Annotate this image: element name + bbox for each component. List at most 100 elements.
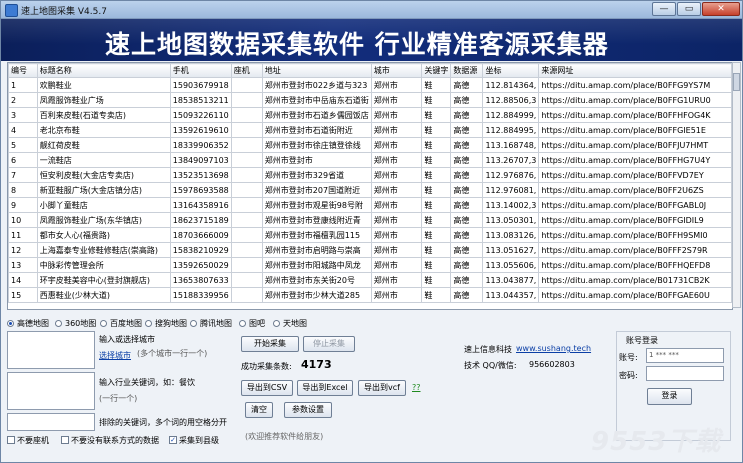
vertical-scrollbar[interactable] bbox=[732, 62, 741, 308]
export-vcf-button[interactable]: 导出到vcf bbox=[358, 380, 406, 396]
login-button[interactable]: 登录 bbox=[647, 388, 692, 405]
close-button[interactable]: ✕ bbox=[702, 2, 740, 16]
table-row[interactable]: 4 老北京布鞋 13592619610 郑州市登封市石道街附近 郑州市鞋高德 112.88… bbox=[8, 122, 732, 138]
table-cell: 鞋 bbox=[421, 107, 452, 123]
no-landline-label[interactable]: 不要座机 bbox=[17, 435, 49, 446]
table-row[interactable]: 14 环宇皮鞋美容中心(登封旗舰店) 13653807633 郑州市登封市东关街20号… bbox=[8, 272, 732, 288]
city-label: 输入或选择城市 bbox=[99, 335, 155, 344]
password-label: 密码: bbox=[619, 371, 638, 380]
table-cell bbox=[230, 257, 263, 273]
clear-button[interactable]: 清空 bbox=[245, 402, 273, 418]
results-table[interactable]: 编号 标题名称 手机 座机 地址 城市 关键字 数据源 坐标 来源网址 1 欢鹏鞋… bbox=[7, 62, 733, 310]
table-row[interactable]: 7 恒安利皮鞋(大金店专卖店) 13523513698 郑州市登封市329省道 郑州市鞋… bbox=[8, 167, 732, 183]
column-header[interactable]: 来源网址 bbox=[538, 63, 732, 78]
select-city-link[interactable]: 选择城市 bbox=[99, 350, 131, 361]
table-cell: 郑州市 bbox=[370, 107, 423, 123]
column-header[interactable]: 关键字 bbox=[421, 63, 452, 78]
column-header[interactable]: 坐标 bbox=[482, 63, 540, 78]
table-cell: https://ditu.amap.com/place/B0FFVD7EY bbox=[538, 167, 732, 183]
radio-label[interactable]: 图吧 bbox=[249, 318, 265, 329]
table-row[interactable]: 12 上海嘉泰专业修鞋修鞋店(崇高路) 15838210929 郑州市登封市启明路与崇… bbox=[8, 242, 732, 258]
column-header[interactable]: 数据源 bbox=[450, 63, 484, 78]
password-input[interactable] bbox=[646, 366, 724, 381]
table-row[interactable]: 1 欢鹏鞋业 15903679918 郑州市登封市022乡道与323 郑州市鞋高德 112… bbox=[8, 77, 732, 93]
collect-county-label[interactable]: 采集到县级 bbox=[179, 435, 219, 446]
table-row[interactable]: 10 凤霞服饰鞋业广场(东华镇店) 18623715189 郑州市登封市登康线附近青郑… bbox=[8, 212, 732, 228]
table-cell: 12 bbox=[8, 242, 38, 258]
table-row[interactable]: 13 中脉彩传管理会所 13592650029 郑州市登封市阳城路中凤龙 郑州市鞋高德 1… bbox=[8, 257, 732, 273]
column-header[interactable]: 标题名称 bbox=[36, 63, 171, 78]
table-cell: 18703666009 bbox=[169, 227, 232, 243]
account-input[interactable]: 1 *** *** bbox=[646, 348, 724, 363]
scrollbar-thumb[interactable] bbox=[733, 73, 740, 91]
radio-label[interactable]: 腾讯地图 bbox=[200, 318, 232, 329]
keyword-input[interactable] bbox=[7, 372, 95, 410]
table-cell: 113.083126, bbox=[482, 227, 540, 243]
settings-button[interactable]: 参数设置 bbox=[284, 402, 332, 418]
company-website-link[interactable]: www.sushang.tech bbox=[516, 344, 591, 353]
collect-county-checkbox[interactable]: ✓ bbox=[169, 436, 177, 444]
table-cell: 鞋 bbox=[421, 242, 452, 258]
table-cell bbox=[230, 212, 263, 228]
exclude-keyword-input[interactable] bbox=[7, 413, 95, 431]
table-cell bbox=[230, 77, 263, 93]
column-header[interactable]: 地址 bbox=[261, 63, 372, 78]
table-cell: 高德 bbox=[450, 167, 484, 183]
radio-tuba[interactable] bbox=[239, 320, 246, 327]
column-header[interactable]: 编号 bbox=[8, 63, 38, 78]
export-excel-button[interactable]: 导出到Excel bbox=[297, 380, 353, 396]
radio-tianditu[interactable] bbox=[273, 320, 280, 327]
table-cell: 郑州市登封市329省道 bbox=[261, 167, 372, 183]
export-csv-button[interactable]: 导出到CSV bbox=[241, 380, 293, 396]
table-row[interactable]: 8 新亚鞋服广场(大金店镇分店) 15978693588 郑州市登封市207国道附近郑… bbox=[8, 182, 732, 198]
title-bar[interactable]: 速上地图采集 V4.5.7 — ▭ ✕ bbox=[1, 1, 742, 19]
radio-label[interactable]: 360地图 bbox=[65, 318, 96, 329]
table-cell: 郑州市 bbox=[370, 167, 423, 183]
table-cell: https://ditu.amap.com/place/B0FFHQEFD8 bbox=[538, 257, 732, 273]
radio-gaode[interactable] bbox=[7, 320, 14, 327]
keyword-label: 输入行业关键词，如：餐饮 bbox=[99, 378, 195, 387]
radio-360[interactable] bbox=[55, 320, 62, 327]
table-cell: 鞋 bbox=[421, 287, 452, 303]
city-input[interactable] bbox=[7, 331, 95, 369]
table-cell: https://ditu.amap.com/place/B0FFHFOG4K bbox=[538, 107, 732, 123]
table-row[interactable]: 9 小脚丫童鞋店 13164358916 郑州市登封市观星街98号附 郑州市鞋高德 113… bbox=[8, 197, 732, 213]
table-cell: 郑州市登封市登康线附近青 bbox=[261, 212, 372, 228]
table-cell: 郑州市 bbox=[370, 182, 423, 198]
table-cell: https://ditu.amap.com/place/B0FFGIDIL9 bbox=[538, 212, 732, 228]
table-cell: 5 bbox=[8, 137, 38, 153]
app-window: 速上地图采集 V4.5.7 — ▭ ✕ 速上地图数据采集软件 行业精准客源采集器… bbox=[0, 0, 743, 463]
table-cell: 113.168748, bbox=[482, 137, 540, 153]
exclude-label: 排除的关键词，多个词的用空格分开 bbox=[99, 418, 227, 427]
start-button[interactable]: 开始采集 bbox=[241, 336, 299, 352]
no-contact-label[interactable]: 不要没有联系方式的数据 bbox=[71, 435, 159, 446]
table-row[interactable]: 11 都市女人心(福贵路) 18703666009 郑州市登封市福檀乳园115 郑州市鞋… bbox=[8, 227, 732, 243]
radio-baidu[interactable] bbox=[100, 320, 107, 327]
table-header-row: 编号 标题名称 手机 座机 地址 城市 关键字 数据源 坐标 来源网址 bbox=[8, 63, 732, 78]
column-header[interactable]: 座机 bbox=[230, 63, 263, 78]
table-cell: 112.814364, bbox=[482, 77, 540, 93]
radio-label[interactable]: 天地图 bbox=[283, 318, 307, 329]
no-contact-checkbox[interactable] bbox=[61, 436, 69, 444]
column-header[interactable]: 手机 bbox=[169, 63, 232, 78]
stop-button[interactable]: 停止采集 bbox=[303, 336, 355, 352]
radio-label[interactable]: 高德地图 bbox=[17, 318, 49, 329]
minimize-button[interactable]: — bbox=[652, 2, 676, 16]
table-row[interactable]: 5 靓红荷皮鞋 18339906352 郑州市登封市徐庄镇登徐线 郑州市鞋高德 113.1… bbox=[8, 137, 732, 153]
column-header[interactable]: 城市 bbox=[370, 63, 423, 78]
table-cell: 15978693588 bbox=[169, 182, 232, 198]
table-row[interactable]: 2 凤霞服饰鞋业广场 18538513211 郑州市登封市中岳庙东石道街 郑州市鞋高德 1… bbox=[8, 92, 732, 108]
radio-sogou[interactable] bbox=[145, 320, 152, 327]
no-landline-checkbox[interactable] bbox=[7, 436, 15, 444]
radio-label[interactable]: 搜狗地图 bbox=[155, 318, 187, 329]
radio-tencent[interactable] bbox=[190, 320, 197, 327]
maximize-button[interactable]: ▭ bbox=[677, 2, 701, 16]
help-link[interactable]: ?? bbox=[412, 383, 421, 392]
radio-label[interactable]: 百度地图 bbox=[110, 318, 142, 329]
table-row[interactable]: 3 百利来皮鞋(石道专卖店) 15093226110 郑州市登封市石道乡儒园饭店 郑州市… bbox=[8, 107, 732, 123]
table-row[interactable]: 6 一流鞋店 13849097103 郑州市登封市 郑州市鞋高德 113.26707,3 h… bbox=[8, 152, 732, 168]
table-cell: 郑州市登封市福檀乳园115 bbox=[261, 227, 372, 243]
table-cell: 凤霞服饰鞋业广场 bbox=[36, 92, 171, 108]
table-row[interactable]: 15 西惠鞋业(少林大道) 15188339956 郑州市登封市少林大道285 郑州市鞋… bbox=[8, 287, 732, 303]
table-cell: 郑州市 bbox=[370, 137, 423, 153]
